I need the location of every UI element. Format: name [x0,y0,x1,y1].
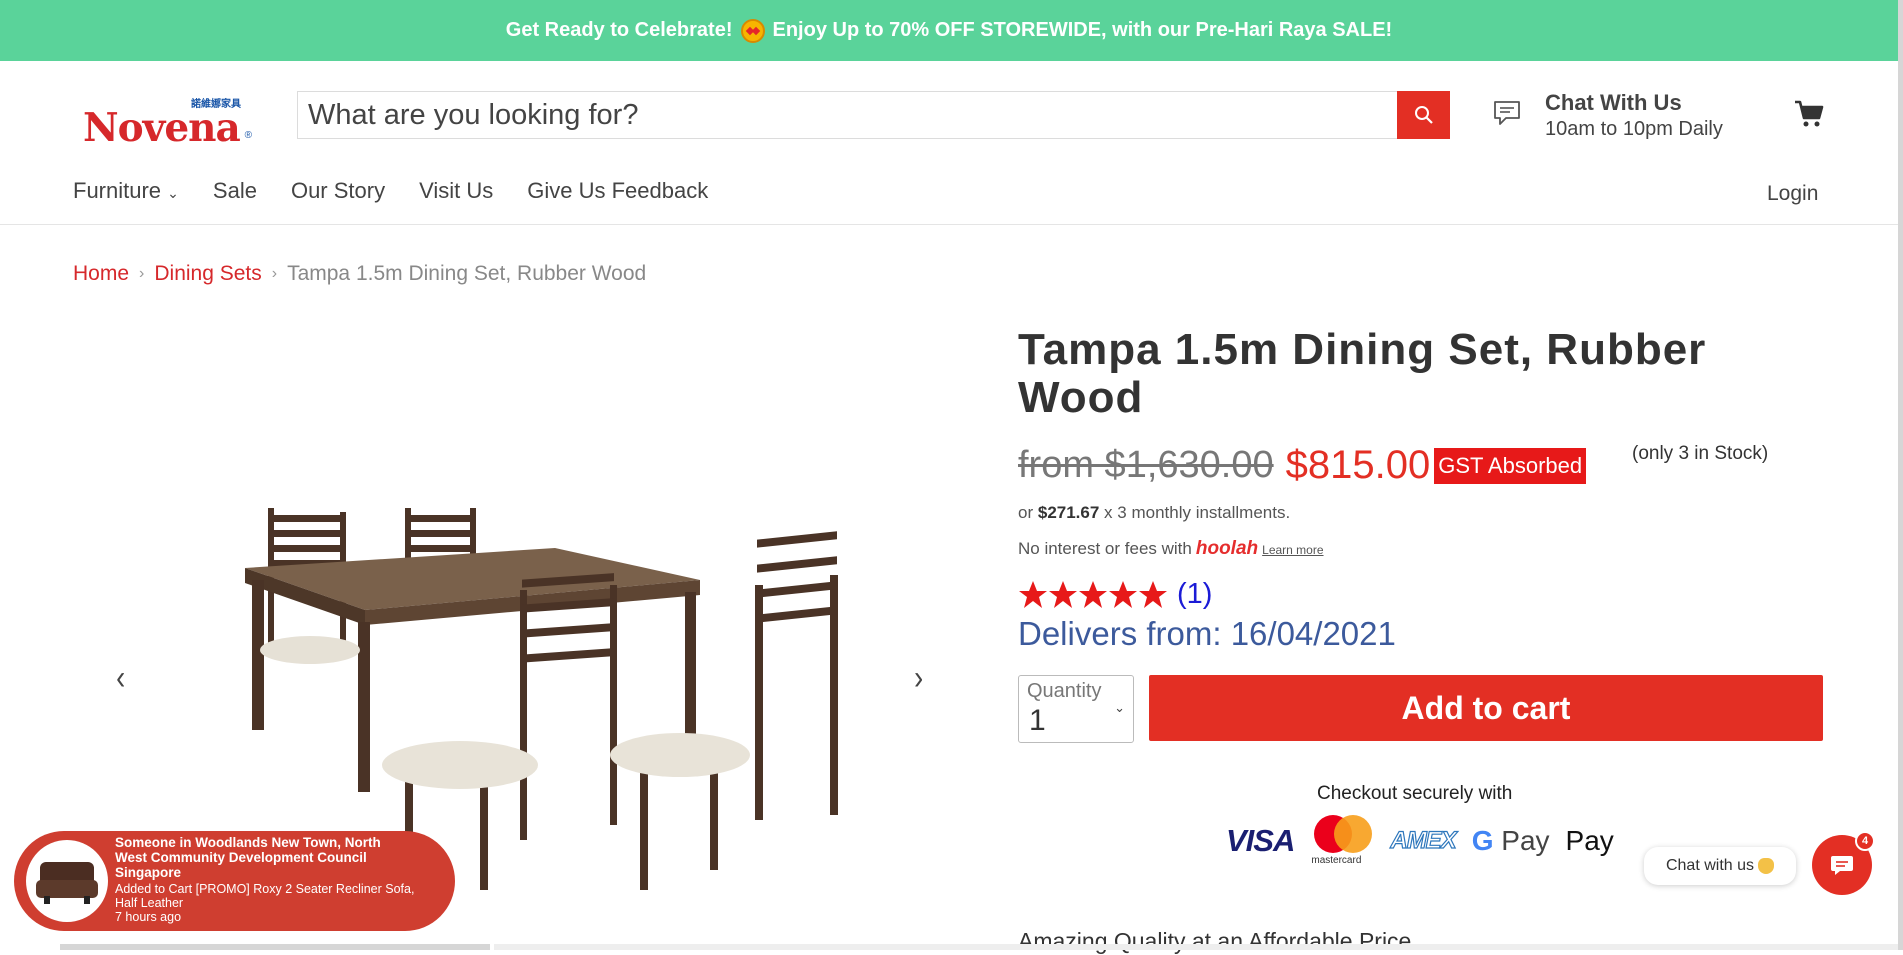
google-g-label: G [1471,825,1494,856]
nav-item-visit-us[interactable]: Visit Us [419,178,493,204]
sale-price: $815.00 [1285,443,1431,487]
search-icon [1414,106,1433,124]
gallery-next-arrow[interactable]: › [914,659,923,698]
logo-text: Novena [83,105,241,151]
installment-amount: $271.67 [1037,503,1100,522]
installment-suffix: x 3 monthly installments. [1104,503,1291,522]
promo-text-start: Get Ready to Celebrate! [505,19,733,41]
search-bar [297,91,1450,139]
breadcrumb-home[interactable]: Home [73,262,129,286]
nav-item-our-story[interactable]: Our Story [291,178,385,204]
login-link[interactable]: Login [1767,182,1818,206]
nav-item-furniture[interactable]: Furniture ⌄ [73,178,179,204]
chat-with-us-title[interactable]: Chat With Us [1545,90,1682,116]
gallery-prev-arrow[interactable]: ‹ [116,659,125,698]
recliner-sofa-thumbnail [26,840,108,922]
nav-item-feedback[interactable]: Give Us Feedback [527,178,708,204]
description-heading: Amazing Quality at an Affordable Price [1018,928,1412,954]
main-nav: Furniture ⌄ Sale Our Story Visit Us Give… [73,178,708,204]
cart-icon[interactable] [1794,99,1824,129]
search-input[interactable] [298,92,1398,138]
rating[interactable]: (1) [1018,578,1212,611]
price-row: from $1,630.00 $815.00 GST Absorbed [1018,443,1587,488]
payment-methods: VISA mastercard AMEX G Pay Pay [1226,815,1614,867]
message-icon [1831,856,1853,875]
star-eyes-emoji-icon [740,18,765,43]
interest-text: No interest or fees with [1018,539,1192,558]
five-star-rating-icon [1019,580,1167,608]
chevron-down-icon: ⌄ [167,185,179,201]
horizontal-scrollbar-track[interactable] [494,944,1898,950]
breadcrumb: Home › Dining Sets › Tampa 1.5m Dining S… [73,262,646,286]
hoolah-logo: hoolah [1195,538,1259,559]
toast-title: Someone in Woodlands New Town, North Wes… [115,835,381,880]
promo-text-end: Enjoy Up to 70% OFF STOREWIDE, with our … [772,19,1393,41]
amex-icon: AMEX [1390,826,1458,854]
apple-pay-label: Pay [1565,825,1614,856]
mastercard-label: mastercard [1311,855,1362,866]
chat-hours: 10am to 10pm Daily [1545,118,1723,140]
recent-activity-toast[interactable]: Someone in Woodlands New Town, North Wes… [14,831,455,931]
breadcrumb-separator: › [139,265,145,282]
quantity-value: 1 [1029,704,1046,737]
nav-item-sale[interactable]: Sale [213,178,257,204]
waving-hand-icon [1758,858,1775,874]
delivery-date: Delivers from: 16/04/2021 [1018,615,1396,652]
site-header: 諾維娜家具 Novena ® Chat With Us 10am to 10pm… [0,61,1898,225]
add-to-cart-button[interactable]: Add to cart [1149,675,1823,741]
toast-time: 7 hours ago [115,910,182,924]
mastercard-icon: mastercard [1310,815,1374,867]
google-pay-icon: G Pay [1472,825,1550,857]
promo-banner[interactable]: Get Ready to Celebrate! Enjoy Up to 70% … [0,0,1898,61]
novena-logo[interactable]: 諾維娜家具 Novena ® [83,95,260,151]
gst-absorbed-badge: GST Absorbed [1434,447,1587,484]
quantity-select[interactable]: Quantity 1 ⌄ [1018,675,1134,743]
installment-prefix: or [1018,503,1034,522]
logo-registered-mark: ® [244,130,252,141]
chat-bubble-icon[interactable] [1492,98,1522,128]
product-title: Tampa 1.5m Dining Set, Rubber Wood [1018,325,1707,422]
search-button[interactable] [1397,91,1450,139]
visa-icon: VISA [1226,823,1295,858]
unread-count-badge: 4 [1855,831,1875,851]
chat-with-us-bubble[interactable]: Chat with us [1644,847,1796,885]
quantity-label: Quantity [1027,680,1102,702]
breadcrumb-current: Tampa 1.5m Dining Set, Rubber Wood [287,262,647,285]
learn-more-link[interactable]: Learn more [1262,543,1323,557]
installment-info: or $271.67 x 3 monthly installments. [1018,503,1290,523]
chat-bubble-label: Chat with us [1665,857,1755,874]
chevron-down-icon: ⌄ [1114,700,1125,715]
nav-furniture-label: Furniture [73,178,162,203]
horizontal-scrollbar-thumb[interactable] [60,944,490,950]
hoolah-info: No interest or fees with hoolah Learn mo… [1018,538,1324,560]
stock-status: (only 3 in Stock) [1632,443,1769,464]
rating-count[interactable]: (1) [1177,578,1212,611]
apple-pay-icon: Pay [1566,825,1614,857]
google-pay-label: Pay [1501,825,1550,856]
checkout-securely-text: Checkout securely with [1317,783,1513,804]
toast-detail: Added to Cart [PROMO] Roxy 2 Seater Recl… [115,882,415,910]
breadcrumb-separator: › [271,265,278,282]
original-price: from $1,630.00 [1018,444,1274,486]
page-scrollbar[interactable] [1898,0,1903,950]
breadcrumb-category[interactable]: Dining Sets [154,262,261,286]
